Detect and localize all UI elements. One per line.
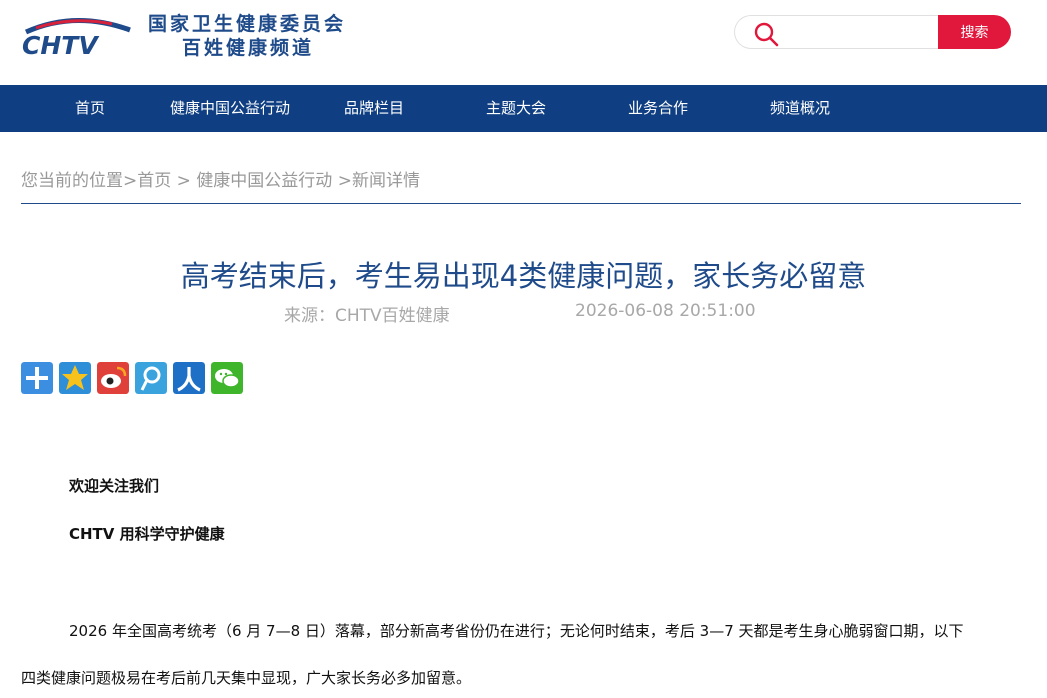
- nav-item-healthy-china[interactable]: 健康中国公益行动: [170, 85, 290, 132]
- breadcrumb-current: 新闻详情: [351, 171, 420, 191]
- article-title: 高考结束后，考生易出现4类健康问题，家长务必留意: [180, 259, 867, 293]
- search-input[interactable]: [787, 22, 927, 44]
- slogan-text: CHTV 用科学守护健康: [69, 525, 225, 543]
- breadcrumb: 您当前的位置>首页 > 健康中国公益行动 >新闻详情: [21, 166, 420, 191]
- breadcrumb-separator: >: [171, 171, 197, 191]
- article-datetime: 2026-06-08 20:51:00: [575, 301, 756, 321]
- logo-text: CHTV: [22, 31, 99, 60]
- org-name-line2: 百姓健康频道: [182, 37, 315, 59]
- chtv-logo[interactable]: CHTV: [20, 14, 135, 60]
- search-box: [734, 15, 939, 49]
- nav-item-about-channel[interactable]: 频道概况: [770, 85, 830, 132]
- share-more-icon[interactable]: [21, 362, 53, 394]
- main-nav: 首页 健康中国公益行动 品牌栏目 主题大会 业务合作 频道概况: [0, 85, 1047, 132]
- article-paragraph-line2: 四类健康问题极易在考后前几天集中显现，广大家长务必多加留意。: [21, 669, 472, 687]
- article-paragraph-line1: 2026 年全国高考统考（6 月 7—8 日）落幕，部分新高考省份仍在进行；无论…: [69, 622, 964, 640]
- tencent-weibo-icon[interactable]: [135, 362, 167, 394]
- welcome-text: 欢迎关注我们: [69, 477, 160, 495]
- share-bar: [21, 362, 243, 394]
- renren-icon[interactable]: [173, 362, 205, 394]
- site-header: CHTV 国家卫生健康委员会 百姓健康频道 搜索: [0, 0, 1047, 85]
- search-button[interactable]: 搜索: [938, 15, 1011, 49]
- breadcrumb-separator: >: [332, 171, 352, 191]
- org-name: 国家卫生健康委员会 百姓健康频道: [148, 12, 346, 60]
- nav-item-themed-conference[interactable]: 主题大会: [486, 85, 546, 132]
- nav-item-home[interactable]: 首页: [75, 85, 105, 132]
- nav-item-brand-columns[interactable]: 品牌栏目: [344, 85, 404, 132]
- org-name-line1: 国家卫生健康委员会: [148, 13, 347, 35]
- nav-item-business[interactable]: 业务合作: [628, 85, 688, 132]
- search-icon: [754, 22, 779, 47]
- weibo-icon[interactable]: [97, 362, 129, 394]
- breadcrumb-home-link[interactable]: 首页: [137, 171, 171, 191]
- breadcrumb-divider: [21, 203, 1021, 204]
- article-source: 来源：CHTV百姓健康: [284, 306, 450, 326]
- qzone-icon[interactable]: [59, 362, 91, 394]
- breadcrumb-prefix: 您当前的位置>: [21, 171, 138, 191]
- wechat-icon[interactable]: [211, 362, 243, 394]
- breadcrumb-section-link[interactable]: 健康中国公益行动: [196, 171, 332, 191]
